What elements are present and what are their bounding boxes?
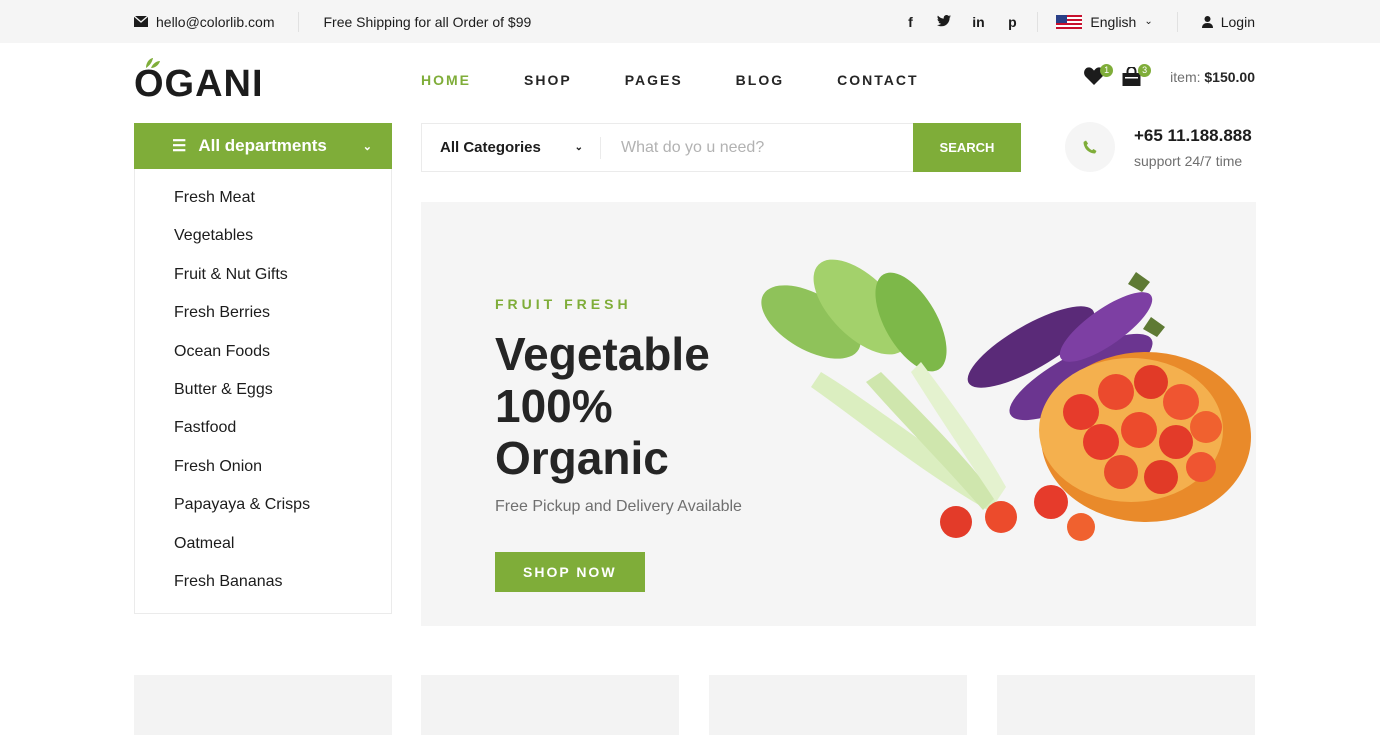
phone-icon — [1065, 122, 1115, 172]
shipping-notice: Free Shipping for all Order of $99 — [323, 13, 532, 30]
department-item[interactable]: Fruit & Nut Gifts — [174, 256, 391, 294]
departments-panel: ☰ All departments ⌄ Fresh Meat Vegetable… — [134, 123, 392, 614]
menu-icon: ☰ — [172, 138, 187, 155]
linkedin-icon[interactable]: in — [971, 14, 985, 30]
cart-total: item: $150.00 — [1170, 69, 1255, 85]
departments-title: All departments — [198, 136, 327, 155]
nav-shop[interactable]: SHOP — [524, 72, 572, 88]
leaf-icon — [146, 58, 160, 68]
hero-kicker: FRUIT FRESH — [495, 296, 632, 312]
nav-pages[interactable]: PAGES — [625, 72, 683, 88]
hero-title: Vegetable 100% Organic — [495, 328, 710, 484]
email-text: hello@colorlib.com — [156, 13, 275, 30]
login-link[interactable]: Login — [1178, 14, 1255, 30]
category-select-value: All Categories — [440, 139, 541, 156]
category-card[interactable] — [709, 675, 967, 735]
department-item[interactable]: Fresh Onion — [174, 448, 391, 486]
wishlist-button[interactable]: 1 — [1084, 64, 1114, 87]
department-item[interactable]: Vegetables — [174, 217, 391, 255]
site-logo[interactable]: OGANI — [134, 57, 264, 103]
cart-total-label: item: — [1170, 69, 1201, 85]
language-selector[interactable]: English ⌄ — [1038, 14, 1176, 30]
hero-banner: FRUIT FRESH Vegetable 100% Organic Free … — [421, 202, 1256, 626]
nav-contact[interactable]: CONTACT — [837, 72, 918, 88]
header-cart: 1 3 item: $150.00 — [1084, 64, 1255, 87]
flag-icon — [1056, 14, 1083, 29]
logo-text: OGANI — [134, 63, 264, 105]
department-item[interactable]: Ocean Foods — [174, 333, 391, 371]
department-item[interactable]: Oatmeal — [174, 525, 391, 563]
nav-home[interactable]: HOME — [421, 72, 471, 88]
language-label: English — [1090, 13, 1137, 30]
departments-list: Fresh Meat Vegetables Fruit & Nut Gifts … — [134, 169, 392, 614]
search-button[interactable]: SEARCH — [913, 123, 1021, 172]
chevron-down-icon: ⌄ — [574, 142, 583, 153]
login-label: Login — [1220, 13, 1255, 30]
category-select[interactable]: All Categories ⌄ — [421, 123, 601, 172]
department-item[interactable]: Butter & Eggs — [174, 371, 391, 409]
departments-toggle[interactable]: ☰ All departments ⌄ — [134, 123, 392, 169]
nav-blog[interactable]: BLOG — [736, 72, 784, 88]
shop-now-button[interactable]: SHOP NOW — [495, 552, 645, 592]
hero-vegetables-image — [761, 259, 1251, 541]
chevron-down-icon: ⌄ — [1144, 16, 1153, 27]
facebook-icon[interactable]: f — [903, 14, 917, 30]
department-item[interactable]: Papayaya & Crisps — [174, 486, 391, 524]
envelope-icon — [134, 16, 148, 27]
pinterest-icon[interactable]: p — [1005, 14, 1019, 30]
main-header: OGANI HOME SHOP PAGES BLOG CONTACT 1 3 i… — [0, 43, 1380, 121]
department-item[interactable]: Fresh Bananas — [174, 563, 391, 601]
main-nav: HOME SHOP PAGES BLOG CONTACT — [421, 72, 919, 88]
department-item[interactable]: Fresh Meat — [174, 179, 391, 217]
search-bar: All Categories ⌄ SEARCH — [421, 123, 1021, 172]
search-input[interactable] — [601, 123, 913, 172]
phone-number: +65 11.188.888 — [1134, 125, 1252, 145]
cart-total-amount: $150.00 — [1204, 69, 1255, 85]
support-hours: support 24/7 time — [1134, 152, 1243, 169]
user-icon — [1201, 15, 1213, 28]
cart-count-badge: 3 — [1138, 64, 1152, 77]
category-card[interactable] — [997, 675, 1255, 735]
twitter-icon[interactable] — [937, 14, 952, 30]
wishlist-count-badge: 1 — [1100, 64, 1114, 77]
department-item[interactable]: Fastfood — [174, 409, 391, 447]
department-item[interactable]: Fresh Berries — [174, 294, 391, 332]
phone-contact: +65 11.188.888 support 24/7 time — [1065, 122, 1252, 172]
email-contact[interactable]: hello@colorlib.com — [134, 14, 298, 30]
hero-subtitle: Free Pickup and Delivery Available — [495, 498, 742, 515]
top-bar: hello@colorlib.com Free Shipping for all… — [0, 0, 1380, 43]
chevron-down-icon: ⌄ — [362, 140, 372, 153]
cart-button[interactable]: 3 — [1122, 64, 1152, 87]
category-card[interactable] — [134, 675, 392, 735]
category-card[interactable] — [421, 675, 679, 735]
